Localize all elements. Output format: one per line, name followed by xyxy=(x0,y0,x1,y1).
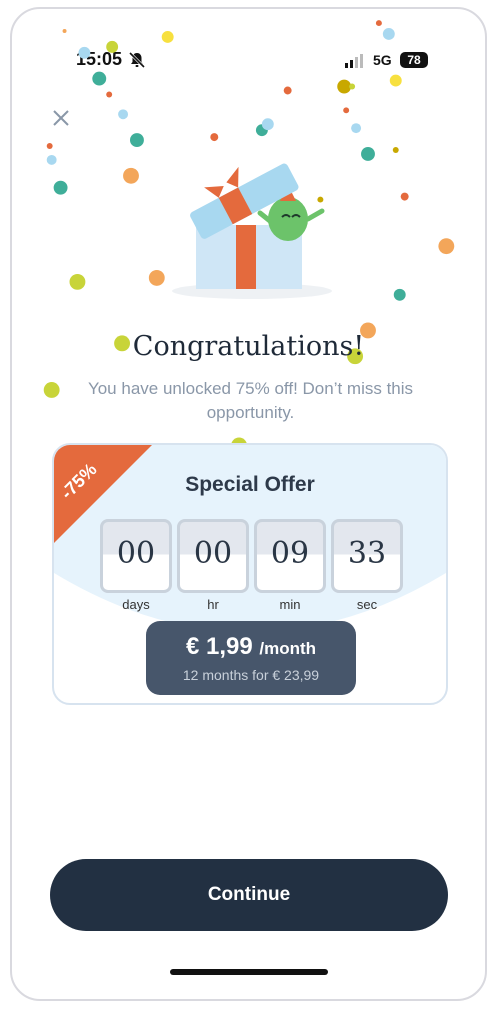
offer-title: Special Offer xyxy=(185,473,315,496)
page-title: Congratulations! xyxy=(132,331,365,362)
countdown-seconds-value: 33 xyxy=(347,536,387,571)
countdown-days-label: days xyxy=(122,597,150,612)
special-offer-card: -75% Special Offer 00 days 00 hr 09 min … xyxy=(52,443,448,705)
network-type: 5G xyxy=(373,52,392,68)
countdown-seconds: 33 xyxy=(331,519,403,593)
price-detail: 12 months for € 23,99 xyxy=(182,667,320,683)
bell-slash-icon xyxy=(128,51,146,69)
price-period: /month xyxy=(259,639,317,658)
countdown-hours-value: 00 xyxy=(193,536,233,571)
close-icon[interactable] xyxy=(50,107,72,129)
continue-button[interactable]: Continue xyxy=(50,859,448,931)
countdown-hours-label: hr xyxy=(207,597,219,612)
countdown-days: 00 xyxy=(100,519,172,593)
price-amount: € 1,99 xyxy=(185,633,253,660)
countdown-minutes-value: 09 xyxy=(270,536,310,571)
page-subtitle: You have unlocked 75% off! Don’t miss th… xyxy=(87,379,414,422)
price-main: € 1,99 /month xyxy=(146,633,356,661)
status-time: 15:05 xyxy=(76,49,123,69)
countdown-minutes-label: min xyxy=(279,597,301,612)
countdown-minutes: 09 xyxy=(254,519,326,593)
countdown-timer: 00 days 00 hr 09 min 33 sec xyxy=(100,519,404,619)
gift-box-illustration xyxy=(172,163,332,299)
phone-screen: 15:05 5G 78 Congratulations! You have un… xyxy=(10,7,487,1001)
status-bar: 15:05 5G 78 xyxy=(12,9,485,69)
countdown-seconds-label: sec xyxy=(356,597,378,612)
home-indicator xyxy=(170,969,328,975)
countdown-days-value: 00 xyxy=(116,536,156,571)
countdown-hours: 00 xyxy=(177,519,249,593)
signal-icon xyxy=(345,54,363,68)
battery-level: 78 xyxy=(400,52,428,68)
price-box: € 1,99 /month 12 months for € 23,99 xyxy=(146,621,356,695)
